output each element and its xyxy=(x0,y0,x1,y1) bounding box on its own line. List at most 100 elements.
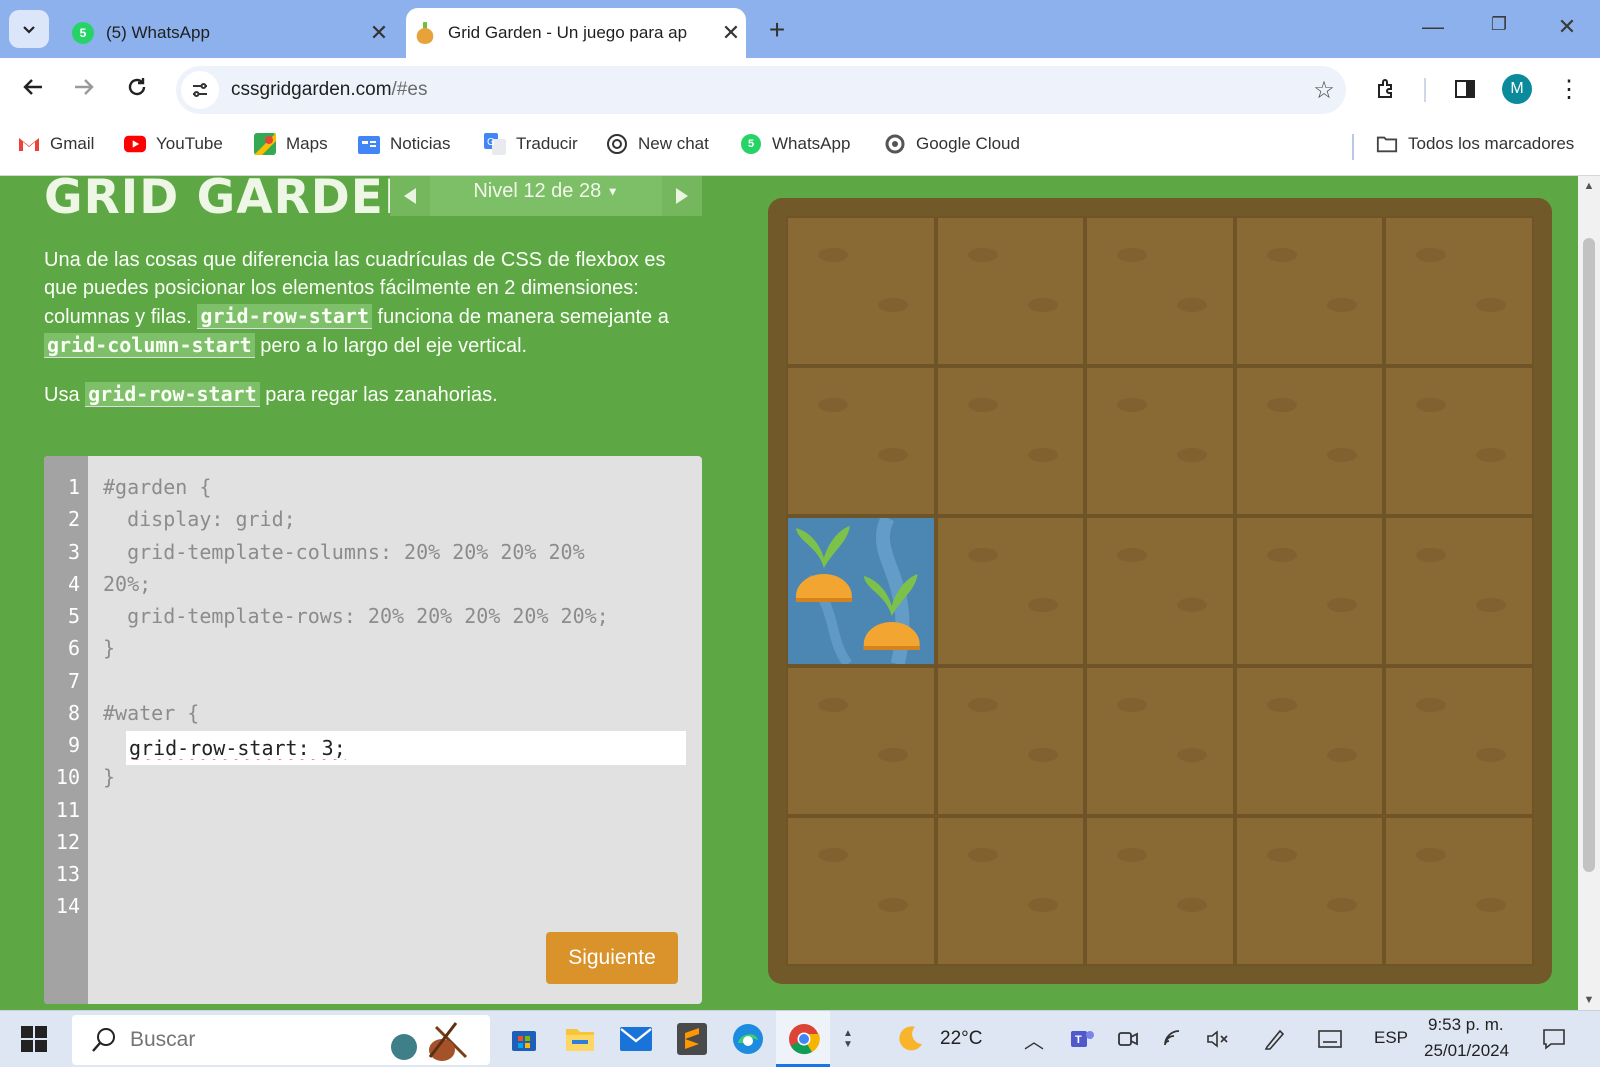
url-text[interactable]: cssgridgarden.com/#es xyxy=(231,79,1302,101)
scroll-up-icon[interactable]: ▲ xyxy=(1578,180,1600,192)
google-cloud-icon xyxy=(884,134,906,154)
bookmark-star-icon[interactable]: ☆ xyxy=(1302,76,1346,105)
address-bar[interactable]: cssgridgarden.com/#es ☆ xyxy=(176,66,1346,114)
page-title: GRID GARDEN xyxy=(44,176,425,225)
chrome-icon[interactable] xyxy=(786,1021,822,1057)
start-button[interactable] xyxy=(16,1021,52,1057)
level-dropdown[interactable]: Nivel 12 de 28 ▼ xyxy=(434,180,658,203)
notifications-icon[interactable] xyxy=(1536,1021,1572,1057)
clock-date[interactable]: 25/01/2024 xyxy=(1424,1041,1509,1061)
prev-level-button[interactable] xyxy=(390,176,430,216)
all-bookmarks-button[interactable]: Todos los marcadores xyxy=(1376,134,1574,154)
page-scrollbar[interactable]: ▲ ▼ xyxy=(1578,176,1600,1010)
taskbar-search[interactable] xyxy=(72,1015,490,1065)
tab-title: (5) WhatsApp xyxy=(106,23,210,42)
close-icon[interactable]: ✕ xyxy=(716,20,746,46)
browser-toolbar: cssgridgarden.com/#es ☆ M ⋮ xyxy=(0,58,1600,118)
new-tab-button[interactable]: + xyxy=(762,14,792,46)
instruction-paragraph: Una de las cosas que diferencia las cuad… xyxy=(44,246,704,360)
chatgpt-icon xyxy=(606,134,628,154)
taskbar-overflow-arrows[interactable]: ▲ ▼ xyxy=(830,1021,866,1057)
arrow-left-icon xyxy=(23,79,42,95)
close-icon[interactable]: ✕ xyxy=(364,20,394,46)
soil-cell xyxy=(1085,516,1235,666)
soil-cell xyxy=(1234,666,1385,816)
extensions-icon[interactable] xyxy=(1370,72,1404,106)
clock-time[interactable]: 9:53 p. m. xyxy=(1428,1015,1504,1035)
url-host: cssgridgarden.com xyxy=(231,79,392,100)
soil-cell xyxy=(935,666,1086,816)
weather-moon-icon xyxy=(892,1021,928,1057)
page-content: GRID GARDEN Nivel 12 de 28 ▼ Una de las … xyxy=(0,176,1578,1010)
soil-cell xyxy=(935,216,1086,366)
forward-button[interactable] xyxy=(67,72,101,106)
search-input[interactable] xyxy=(130,1028,350,1052)
bookmark-gmail[interactable]: Gmail xyxy=(18,134,94,154)
window-close-button[interactable]: ✕ xyxy=(1544,14,1590,40)
bookmark-traducir[interactable]: G Traducir xyxy=(484,133,578,155)
code-line: #garden { xyxy=(103,475,212,499)
code-line: display: grid; xyxy=(103,507,296,531)
mail-icon[interactable] xyxy=(618,1021,654,1057)
bookmark-noticias[interactable]: Noticias xyxy=(358,134,450,154)
pen-icon[interactable] xyxy=(1256,1021,1292,1057)
reload-button[interactable] xyxy=(120,72,154,106)
soil-cell xyxy=(935,816,1086,966)
code-line: grid-template-rows: 20% 20% 20% 20% 20%; xyxy=(103,604,609,628)
tab-whatsapp[interactable]: 5 (5) WhatsApp ✕ xyxy=(64,8,394,58)
gmail-icon xyxy=(18,134,40,154)
bookmark-youtube[interactable]: YouTube xyxy=(124,134,223,154)
soil-cell xyxy=(935,366,1086,516)
instruction-text: Usa xyxy=(44,384,80,406)
soil-cell xyxy=(786,666,936,816)
level-selector: Nivel 12 de 28 ▼ xyxy=(390,176,702,216)
bookmark-maps[interactable]: Maps xyxy=(254,133,328,155)
side-panel-icon[interactable] xyxy=(1448,72,1482,106)
touch-keyboard-icon[interactable] xyxy=(1312,1021,1348,1057)
svg-text:T: T xyxy=(1075,1034,1082,1046)
store-icon[interactable] xyxy=(506,1021,542,1057)
soil-cell xyxy=(1384,816,1534,966)
bookmark-label: Traducir xyxy=(516,134,578,153)
bookmark-new-chat[interactable]: New chat xyxy=(606,134,709,154)
tab-search-button[interactable] xyxy=(9,10,49,48)
line-number: 3 xyxy=(67,540,80,564)
volume-muted-icon[interactable] xyxy=(1200,1021,1236,1057)
line-number: 14 xyxy=(55,894,80,918)
back-button[interactable] xyxy=(16,72,50,106)
next-level-button[interactable] xyxy=(662,176,702,216)
camera-icon[interactable] xyxy=(1110,1021,1146,1057)
bookmark-label: Noticias xyxy=(390,134,451,153)
tab-grid-garden[interactable]: Grid Garden - Un juego para ap ✕ xyxy=(406,8,746,58)
bookmark-google-cloud[interactable]: Google Cloud xyxy=(884,134,1020,154)
menu-kebab-icon[interactable]: ⋮ xyxy=(1552,72,1586,106)
triangle-left-icon xyxy=(404,188,416,204)
line-number: 1 xyxy=(67,475,80,499)
teams-icon[interactable]: T xyxy=(1064,1021,1100,1057)
bookmark-label: WhatsApp xyxy=(772,134,851,153)
instruction-paragraph: Usa grid-row-start para regar las zanaho… xyxy=(44,380,704,409)
caret-down-icon: ▼ xyxy=(606,184,619,199)
language-indicator[interactable]: ESP xyxy=(1374,1028,1408,1048)
edge-icon[interactable] xyxy=(730,1021,766,1057)
chevron-up-icon[interactable]: ︿ xyxy=(1016,1021,1052,1057)
site-info-icon[interactable] xyxy=(181,71,219,109)
profile-avatar[interactable]: M xyxy=(1500,72,1534,106)
restore-button[interactable]: ❐ xyxy=(1476,14,1522,35)
bookmark-label: Google Cloud xyxy=(916,134,1020,153)
code-line: } xyxy=(103,765,116,789)
bookmarks-divider xyxy=(1352,134,1354,160)
line-number: 8 xyxy=(67,701,80,725)
minimize-button[interactable]: — xyxy=(1410,14,1456,40)
bookmark-label: Maps xyxy=(286,134,328,153)
weather-temperature[interactable]: 22°C xyxy=(940,1028,982,1050)
scroll-down-icon[interactable]: ▼ xyxy=(1578,994,1600,1006)
bookmark-whatsapp[interactable]: 5 WhatsApp xyxy=(740,134,850,154)
soil-cell xyxy=(935,516,1086,666)
wifi-icon[interactable] xyxy=(1156,1021,1192,1057)
css-code-input[interactable] xyxy=(126,736,686,760)
scroll-thumb[interactable] xyxy=(1583,238,1595,872)
file-explorer-icon[interactable] xyxy=(562,1021,598,1057)
sublime-text-icon[interactable] xyxy=(674,1021,710,1057)
next-button[interactable]: Siguiente xyxy=(546,932,678,984)
